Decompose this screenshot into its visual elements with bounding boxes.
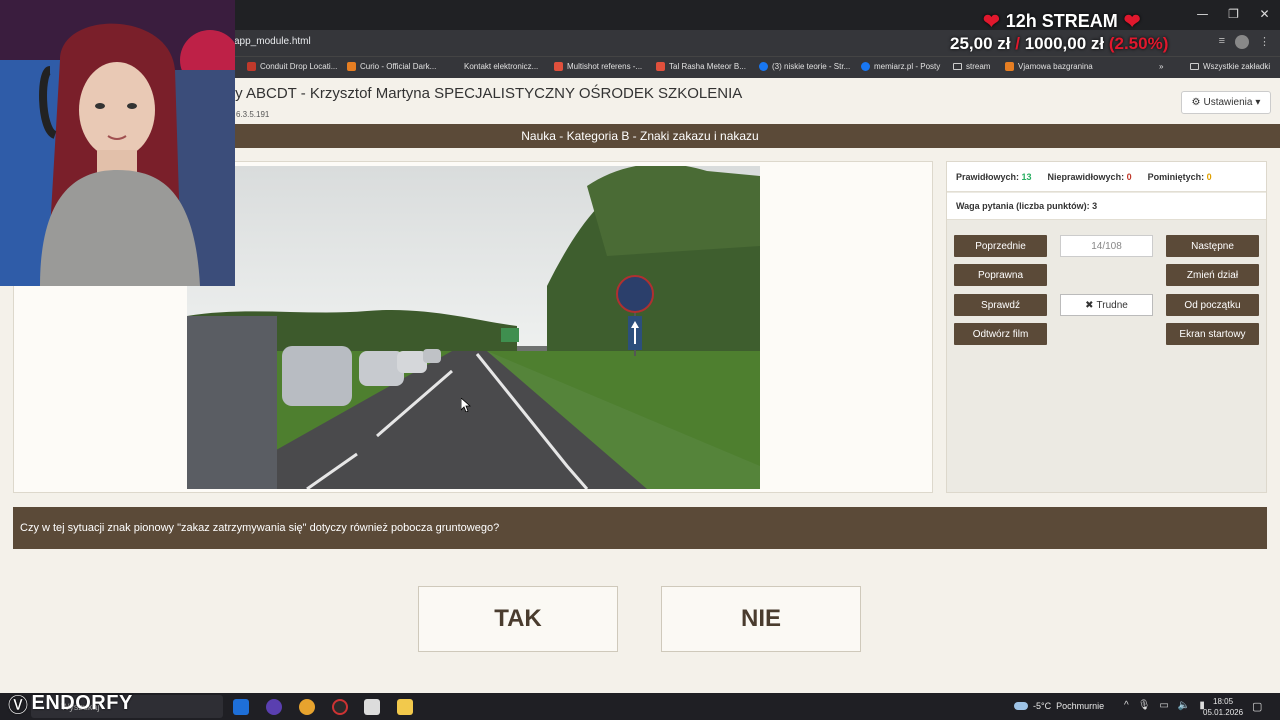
stream-goal-overlay: ❤ 12h STREAM ❤ 25,00 zł / 1000,00 zł (2.… [893,5,1223,57]
start-screen-button[interactable]: Ekran startowy [1166,323,1259,345]
folder-icon [1190,63,1199,70]
close-x-icon: ✖ [1085,299,1094,311]
restart-button[interactable]: Od początku [1166,294,1259,316]
microphone-icon[interactable]: 🎙 [1138,700,1151,711]
settings-button[interactable]: ⚙ Ustawienia ▾ [1181,91,1271,114]
url-text[interactable]: app_module.html [234,36,311,47]
endorfy-logo: Ⓥ ENDORFY [8,689,133,718]
system-tray: ^ 🎙 ▭ 🔈 ▮ [1124,700,1205,711]
copilot-icon[interactable] [233,699,249,715]
page-title: ty ABCDT - Krzysztof Martyna SPECJALISTY… [231,85,743,102]
caret-down-icon: ▾ [1255,97,1261,108]
question-counter: 14/108 [1060,235,1153,257]
app-icon[interactable] [364,699,380,715]
file-explorer-icon[interactable] [397,699,413,715]
cloud-icon [1014,702,1028,710]
previous-button[interactable]: Poprzednie [954,235,1047,257]
score-stats: Prawidłowych: 13 Nieprawidłowych: 0 Pomi… [947,162,1266,192]
bookmark-favicon-icon [554,62,563,71]
bookmark-item[interactable]: Tal Rasha Meteor B... [656,62,746,71]
correct-count: Prawidłowych: 13 [956,171,1032,182]
bookmarks-overflow-button[interactable]: » [1159,62,1163,71]
bookmark-item[interactable]: Kontakt elektronicz... [464,62,538,71]
wrong-count: Nieprawidłowych: 0 [1047,171,1132,182]
bookmark-favicon-icon [1005,62,1014,71]
discord-icon[interactable] [266,699,282,715]
heart-icon: ❤ [1123,11,1141,33]
chevron-up-icon[interactable]: ^ [1124,700,1129,711]
category-title: Nauka - Kategoria B - Znaki zakazu i nak… [521,129,759,143]
bookmark-item[interactable]: stream [953,62,990,71]
monitor-icon[interactable]: ▭ [1159,700,1168,711]
bookmark-item[interactable]: Conduit Drop Locati... [247,62,337,71]
answer-yes-button[interactable]: TAK [418,586,618,652]
weather-widget[interactable]: -5°C Pochmurnie [1014,701,1104,711]
question-bar: Czy w tej sytuacji znak pionowy "zakaz z… [13,507,1267,549]
endorfy-mark-icon: Ⓥ [8,695,29,717]
taskbar: Wyszukaj -5°C Pochmurnie ^ 🎙 ▭ 🔈 ▮ 18:05… [0,693,1280,720]
bookmark-item[interactable]: memiarz.pl - Posty [861,62,940,71]
bookmark-item[interactable]: (3) niskie teorie - Str... [759,62,850,71]
show-correct-button[interactable]: Poprawna [954,264,1047,286]
notification-icon[interactable]: ▢ [1252,700,1262,713]
profile-avatar-icon[interactable] [1235,35,1249,49]
gear-icon: ⚙ [1191,97,1201,108]
toolbar-icons: ≡ ⋮ [1219,35,1270,49]
chrome-icon[interactable] [299,699,315,715]
mouse-cursor-icon [461,398,471,412]
bookmark-item[interactable]: Curio - Official Dark... [347,62,436,71]
heart-icon: ❤ [983,11,1000,33]
bookmark-item[interactable]: Vjamowa bazgranina [1005,62,1093,71]
play-video-button[interactable]: Odtwórz film [954,323,1047,345]
more-vert-icon[interactable]: ⋮ [1259,35,1270,49]
bookmark-favicon-icon [656,62,665,71]
app-version: 6.3.5.191 [236,110,270,119]
stream-title: ❤ 12h STREAM ❤ [983,11,1141,33]
bookmark-favicon-icon [347,62,356,71]
bookmark-item[interactable]: Multishot referens -... [554,62,642,71]
road-scene-image [187,166,760,489]
mark-hard-label: Trudne [1096,299,1128,311]
obs-icon[interactable] [332,699,348,715]
speaker-icon[interactable]: 🔈 [1178,700,1190,711]
next-button[interactable]: Następne [1166,235,1259,257]
all-bookmarks-folder[interactable]: Wszystkie zakładki [1190,62,1270,71]
facebook-icon [861,62,870,71]
answer-no-button[interactable]: NIE [661,586,861,652]
question-weight: Waga pytania (liczba punktów): 3 [947,193,1266,220]
question-video[interactable] [187,166,760,489]
settings-label: Ustawienia [1203,97,1253,108]
donation-goal: 25,00 zł / 1000,00 zł (2.50%) [950,34,1169,53]
system-clock[interactable]: 18:05 05.01.2026 [1203,696,1243,718]
folder-icon [953,63,962,70]
mark-hard-button[interactable]: ✖ Trudne [1060,294,1153,316]
skipped-count: Pominiętych: 0 [1147,171,1212,182]
check-button[interactable]: Sprawdź [954,294,1047,316]
streamer-webcam-image [0,0,235,286]
facebook-icon [759,62,768,71]
question-text: Czy w tej sytuacji znak pionowy "zakaz z… [20,522,500,534]
webcam-overlay [0,0,235,286]
change-section-button[interactable]: Zmień dział [1166,264,1259,286]
bookmark-favicon-icon [247,62,256,71]
close-window-button[interactable]: ✕ [1249,0,1280,28]
